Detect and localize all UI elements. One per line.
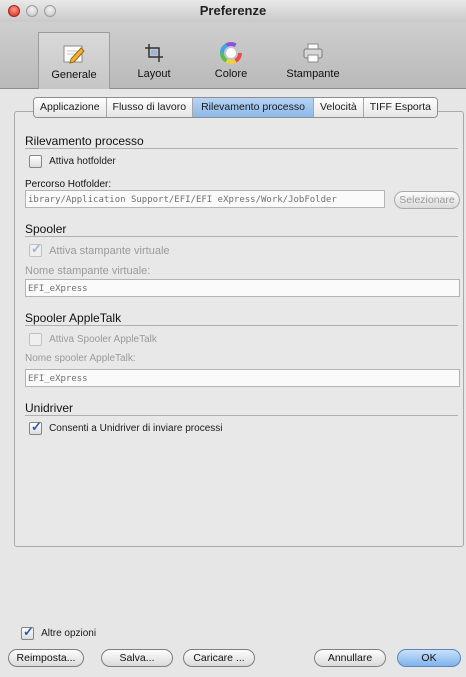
preferences-toolbar: Generale Layout Colore Stampante xyxy=(0,22,466,89)
hotfolder-checkbox-row[interactable]: Attiva hotfolder xyxy=(29,155,116,169)
hotfolder-checkbox-label: Attiva hotfolder xyxy=(49,156,116,167)
virtual-printer-checkbox-label: Attiva stampante virtuale xyxy=(49,244,170,257)
empty-area xyxy=(14,545,462,615)
more-options-label: Altre opzioni xyxy=(41,628,97,639)
virtual-printer-name-label: Nome stampante virtuale: xyxy=(25,265,151,277)
toolbar-label-colore: Colore xyxy=(214,68,248,80)
toolbar-label-stampante: Stampante xyxy=(286,68,340,80)
load-button[interactable]: Caricare ... xyxy=(183,649,255,667)
checkmark-icon: ✓ xyxy=(31,241,42,256)
section-divider xyxy=(25,236,458,237)
printer-icon xyxy=(303,43,323,63)
checkmark-icon: ✓ xyxy=(23,624,34,639)
appletalk-name-label: Nome spooler AppleTalk: xyxy=(25,353,136,364)
toolbar-item-stampante[interactable]: Stampante xyxy=(278,32,348,86)
appletalk-checkbox-label: Attiva Spooler AppleTalk xyxy=(49,334,157,345)
select-folder-button[interactable]: Selezionare xyxy=(394,191,460,209)
unidriver-checkbox[interactable]: ✓ xyxy=(29,419,42,435)
preferences-panel: Applicazione Flusso di lavoro Rilevament… xyxy=(0,89,466,677)
toolbar-label-layout: Layout xyxy=(137,68,171,80)
hotfolder-path-field[interactable]: ibrary/Application Support/EFI/EFI eXpre… xyxy=(25,190,385,208)
more-options-checkbox[interactable]: ✓ xyxy=(21,624,34,640)
color-wheel-icon xyxy=(220,42,242,64)
tab-tiff-esporta[interactable]: TIFF Esporta xyxy=(363,98,438,117)
reset-button[interactable]: Reimposta... xyxy=(8,649,84,667)
virtual-printer-checkbox[interactable]: ✓ xyxy=(29,241,42,257)
tab-content-box xyxy=(14,111,464,547)
tab-bar: Applicazione Flusso di lavoro Rilevament… xyxy=(33,97,439,118)
toolbar-item-colore[interactable]: Colore xyxy=(196,32,266,86)
appletalk-name-field[interactable]: EFI_eXpress xyxy=(25,369,460,387)
section-title-unidriver: Unidriver xyxy=(25,401,74,415)
toolbar-label-generale: Generale xyxy=(51,69,97,81)
virtual-printer-name-field[interactable]: EFI_eXpress xyxy=(25,279,460,297)
section-title-appletalk: Spooler AppleTalk xyxy=(25,311,122,325)
hotfolder-path-label: Percorso Hotfolder: xyxy=(25,179,112,190)
section-divider xyxy=(25,415,458,416)
appletalk-checkbox[interactable] xyxy=(29,333,42,346)
checkmark-icon: ✓ xyxy=(31,419,42,434)
unidriver-checkbox-label: Consenti a Unidriver di inviare processi xyxy=(49,423,223,434)
tab-rilevamento-processo[interactable]: Rilevamento processo xyxy=(193,98,314,117)
cancel-button[interactable]: Annullare xyxy=(314,649,386,667)
window-title: Preferenze xyxy=(199,3,267,18)
section-title-rilevamento: Rilevamento processo xyxy=(25,134,144,148)
appletalk-checkbox-row[interactable]: Attiva Spooler AppleTalk xyxy=(29,333,157,347)
toolbar-item-layout[interactable]: Layout xyxy=(119,32,189,86)
virtual-printer-checkbox-row[interactable]: ✓ Attiva stampante virtuale xyxy=(29,241,170,258)
pencil-document-icon xyxy=(63,45,85,64)
unidriver-checkbox-row[interactable]: ✓ Consenti a Unidriver di inviare proces… xyxy=(29,419,223,436)
preferences-window: Preferenze Generale Layout Colore Stampa… xyxy=(0,0,466,677)
section-title-spooler: Spooler xyxy=(25,222,67,236)
ok-button[interactable]: OK xyxy=(397,649,461,667)
tab-velocita[interactable]: Velocità xyxy=(313,98,364,117)
hotfolder-checkbox[interactable] xyxy=(29,155,42,168)
section-divider xyxy=(25,325,458,326)
section-divider xyxy=(25,148,458,149)
title-bar: Preferenze xyxy=(0,0,466,23)
toolbar-item-generale[interactable]: Generale xyxy=(38,32,110,89)
crop-layout-icon xyxy=(145,44,163,62)
save-button[interactable]: Salva... xyxy=(101,649,173,667)
tab-applicazione[interactable]: Applicazione xyxy=(34,98,107,117)
tab-flusso-di-lavoro[interactable]: Flusso di lavoro xyxy=(106,98,194,117)
more-options-checkbox-row[interactable]: ✓ Altre opzioni xyxy=(21,624,97,641)
